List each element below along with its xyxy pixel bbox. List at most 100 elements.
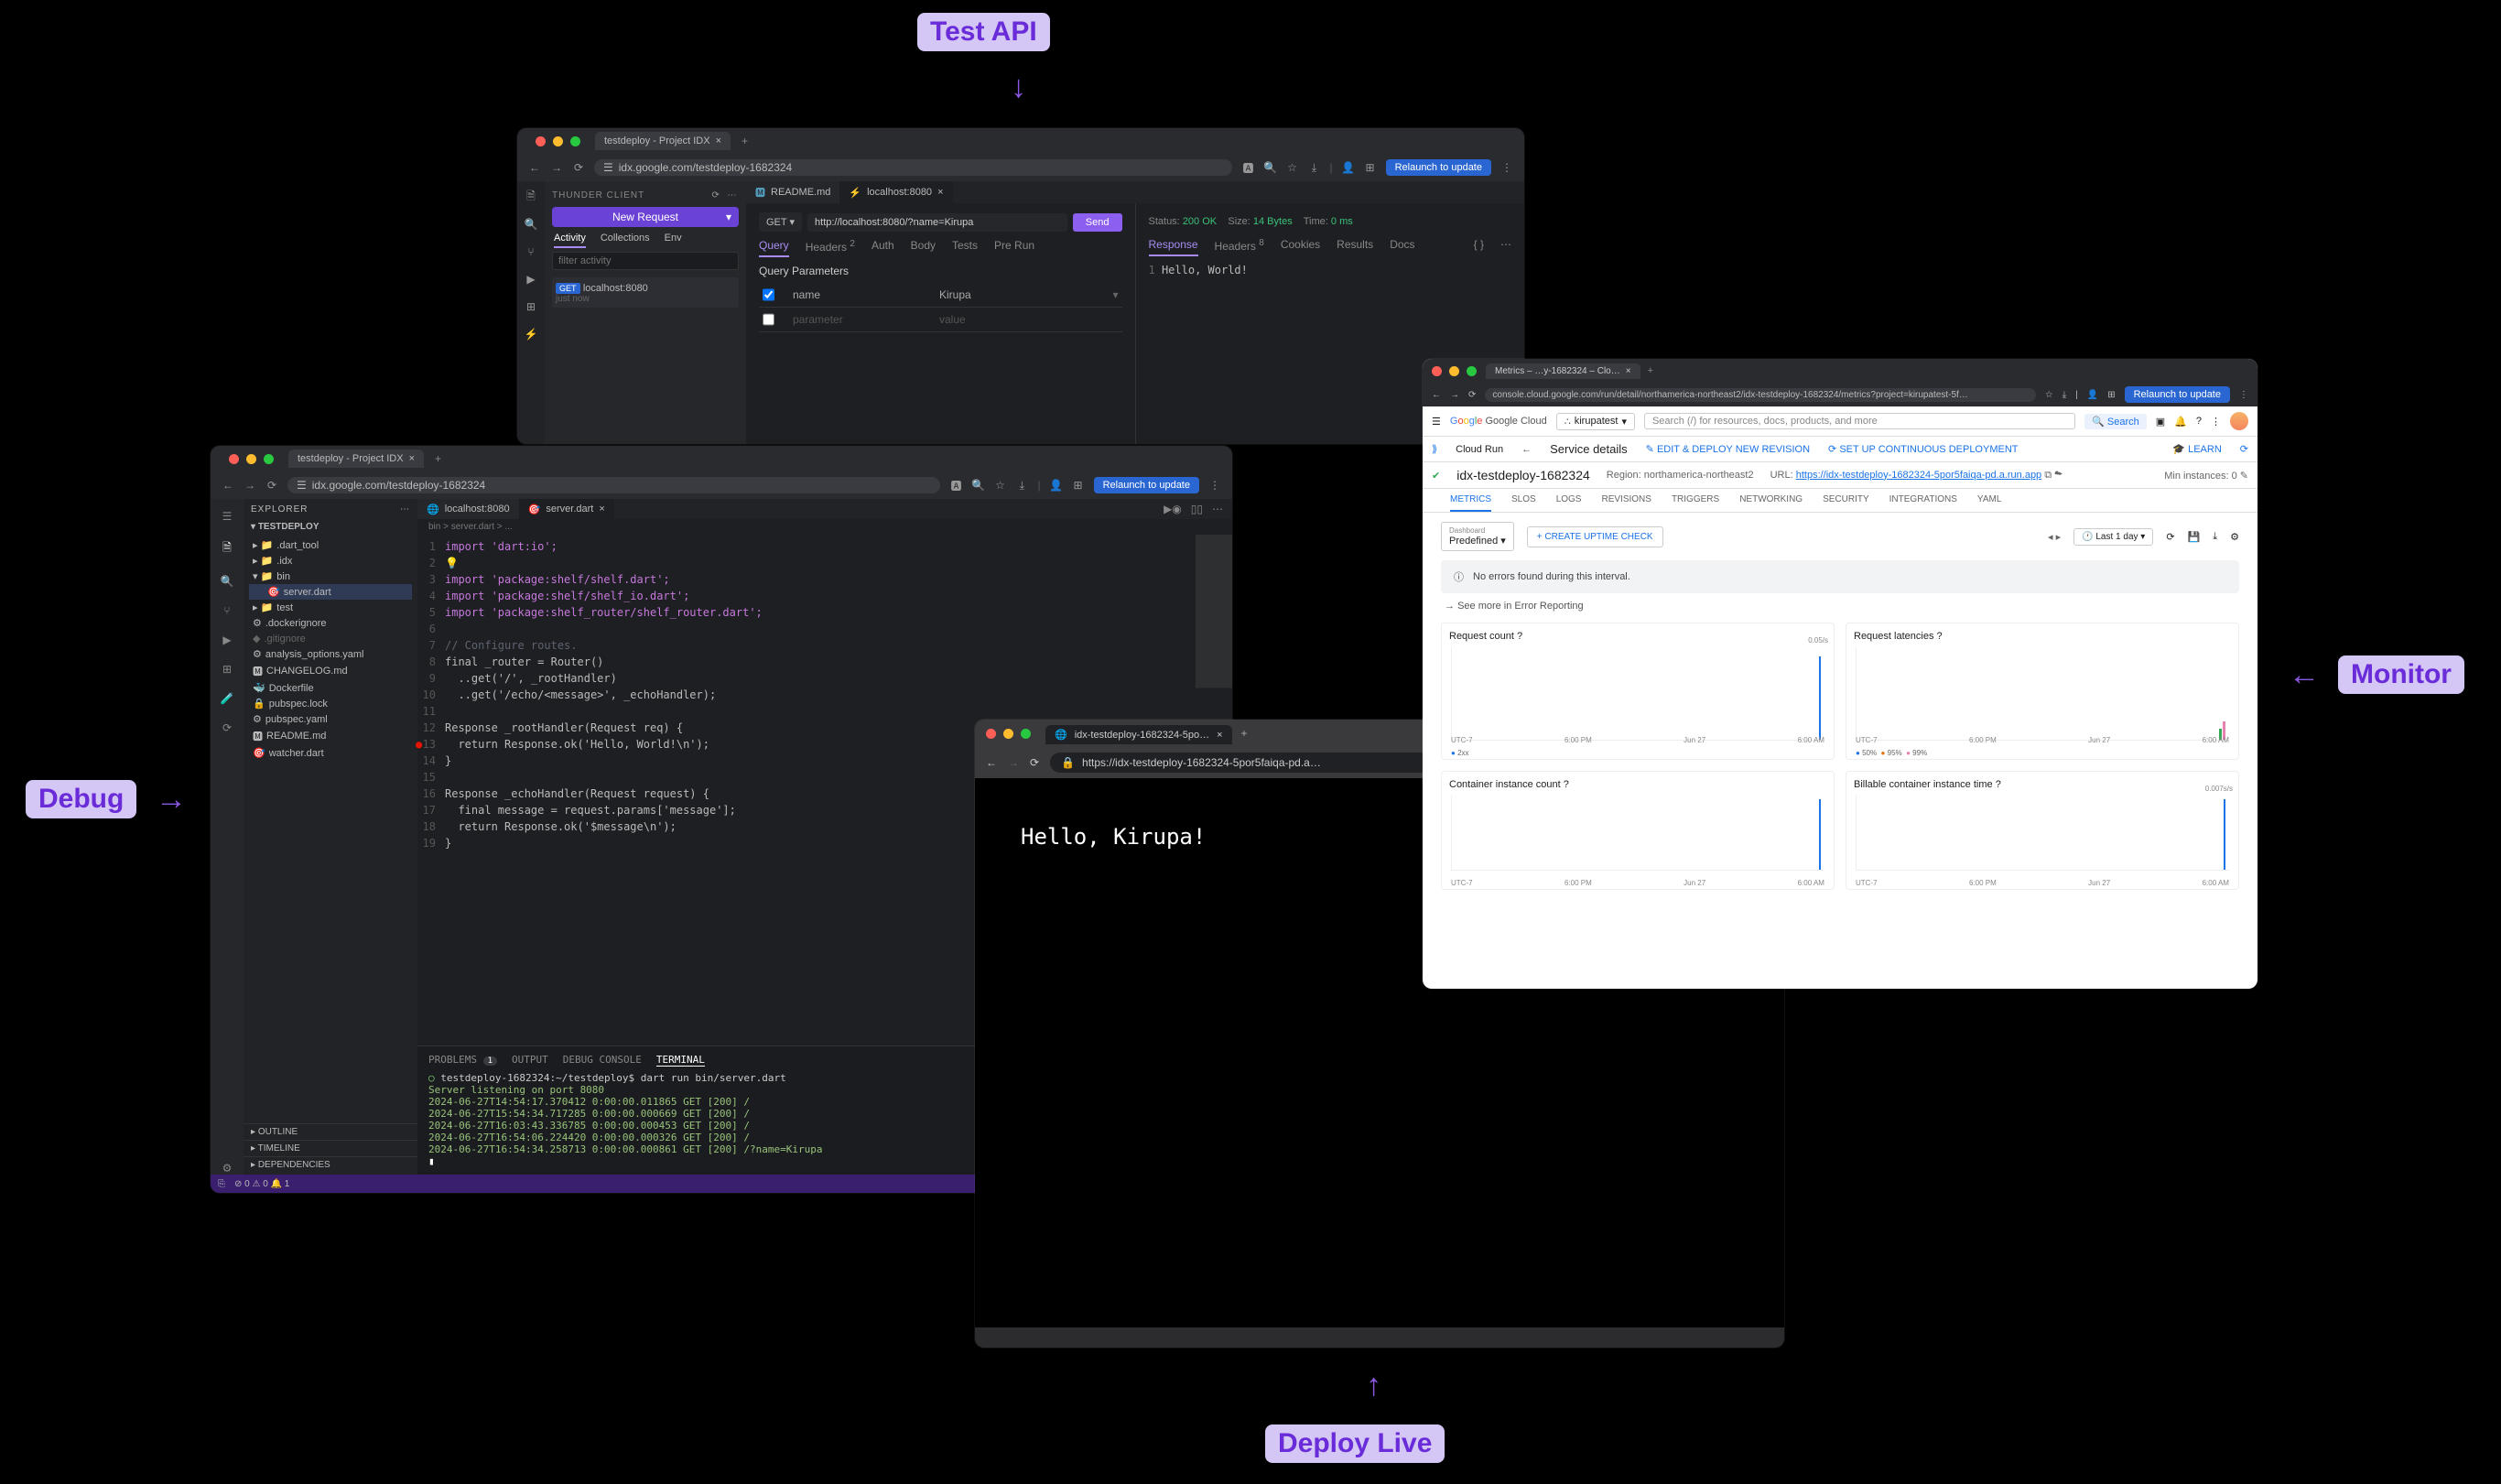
param-key-placeholder[interactable]: parameter xyxy=(793,313,921,326)
forward-icon[interactable]: → xyxy=(1450,390,1459,400)
git-icon[interactable]: ⑂ xyxy=(525,245,537,258)
file-pubspec-lock[interactable]: 🔒 pubspec.lock xyxy=(249,696,412,711)
tab-networking[interactable]: NETWORKING xyxy=(1739,489,1803,512)
tab-security[interactable]: SECURITY xyxy=(1823,489,1869,512)
more-icon[interactable]: ⋯ xyxy=(726,189,739,201)
download-icon[interactable]: ⤓ xyxy=(2063,390,2066,400)
menu-icon[interactable]: ⋮ xyxy=(1500,161,1513,174)
file-server-dart[interactable]: 🎯 server.dart xyxy=(249,584,412,600)
relaunch-button[interactable]: Relaunch to update xyxy=(2125,386,2230,403)
reload-icon[interactable]: ⟳ xyxy=(572,161,585,174)
file-changelog[interactable]: 🅼 CHANGELOG.md xyxy=(249,662,412,680)
req-tab-headers[interactable]: Headers 2 xyxy=(806,239,855,257)
reload-icon[interactable]: ⟳ xyxy=(1468,390,1476,400)
download-icon[interactable]: ⤓ xyxy=(1307,161,1320,174)
file-dockerfile[interactable]: 🐳 Dockerfile xyxy=(249,680,412,696)
editor-tab-request[interactable]: ⚡ localhost:8080 × xyxy=(839,181,952,203)
send-button[interactable]: Send xyxy=(1073,213,1122,232)
help-icon[interactable]: ? xyxy=(1564,779,1569,790)
breakpoint-icon[interactable]: ● xyxy=(416,736,422,753)
refresh-icon[interactable]: ⟳ xyxy=(2166,531,2174,543)
file-dockerignore[interactable]: ⚙ .dockerignore xyxy=(249,615,412,631)
search-input[interactable]: Search (/) for resources, docs, products… xyxy=(1644,413,2075,429)
req-tab-auth[interactable]: Auth xyxy=(872,239,894,257)
download-icon[interactable]: ⤓ xyxy=(1015,479,1028,492)
tab-activity[interactable]: Activity xyxy=(554,233,586,248)
help-icon[interactable]: ? xyxy=(1517,631,1522,642)
resp-tab-docs[interactable]: Docs xyxy=(1390,238,1414,256)
req-tab-prerun[interactable]: Pre Run xyxy=(994,239,1034,257)
browser-tab[interactable]: 🌐 idx-testdeploy-1682324-5po… × xyxy=(1045,725,1232,744)
profile-icon[interactable]: 👤 xyxy=(1050,479,1063,492)
tab-revisions[interactable]: REVISIONS xyxy=(1601,489,1651,512)
tab-env[interactable]: Env xyxy=(665,233,682,248)
back-icon[interactable]: ← xyxy=(528,161,541,174)
edit-deploy-button[interactable]: ✎ EDIT & DEPLOY NEW REVISION xyxy=(1646,443,1810,455)
more-icon[interactable]: ⋯ xyxy=(1212,503,1223,515)
forward-icon[interactable]: → xyxy=(1008,756,1019,769)
braces-icon[interactable]: { } xyxy=(1474,238,1484,256)
tab-triggers[interactable]: TRIGGERS xyxy=(1672,489,1719,512)
copy-icon[interactable]: ⧉ xyxy=(2044,470,2052,481)
thunder-icon[interactable]: ⚡ xyxy=(525,328,537,341)
file-analysis-options[interactable]: ⚙ analysis_options.yaml xyxy=(249,646,412,662)
close-icon[interactable]: × xyxy=(716,135,721,146)
close-icon[interactable]: × xyxy=(1217,730,1222,741)
options-icon[interactable]: ⟳ xyxy=(709,189,722,201)
relaunch-button[interactable]: Relaunch to update xyxy=(1386,159,1491,176)
new-tab-button[interactable]: + xyxy=(1232,727,1257,740)
tab-output[interactable]: OUTPUT xyxy=(512,1054,548,1067)
more-icon[interactable]: ⋯ xyxy=(400,504,410,515)
extensions-icon[interactable]: ⊞ xyxy=(2107,390,2115,400)
extensions-icon[interactable]: ⊞ xyxy=(1364,161,1377,174)
dashboard-select[interactable]: Dashboard Predefined ▾ xyxy=(1441,522,1514,551)
nav-menu-icon[interactable]: ☰ xyxy=(1432,416,1441,428)
beaker-icon[interactable]: 🧪 xyxy=(221,692,234,705)
tab-yaml[interactable]: YAML xyxy=(1977,489,2002,512)
edit-icon[interactable]: ✎ xyxy=(2240,471,2248,482)
learn-button[interactable]: 🎓 LEARN xyxy=(2172,443,2221,455)
folder-dart-tool[interactable]: ▸ 📁 .dart_tool xyxy=(249,537,412,553)
download-icon[interactable]: ⤓ xyxy=(2213,531,2217,543)
zoom-icon[interactable]: 🔍 xyxy=(971,479,984,492)
panel-deps[interactable]: ▸ DEPENDENCIES xyxy=(244,1156,417,1173)
filter-input[interactable] xyxy=(552,252,739,270)
file-pubspec-yaml[interactable]: ⚙ pubspec.yaml xyxy=(249,711,412,727)
zoom-icon[interactable]: 🔍 xyxy=(1263,161,1276,174)
help-icon[interactable]: ? xyxy=(1937,631,1943,642)
refresh-icon[interactable]: ⟳ xyxy=(222,721,232,734)
browser-tab[interactable]: Metrics – …y-1682324 – Clo… × xyxy=(1486,363,1640,379)
address-bar[interactable]: console.cloud.google.com/run/detail/nort… xyxy=(1485,388,2035,402)
chevron-down-icon[interactable]: ▾ xyxy=(726,211,731,223)
extensions-icon[interactable]: ⊞ xyxy=(222,663,232,676)
file-readme[interactable]: 🅼 README.md xyxy=(249,727,412,745)
new-tab-button[interactable]: + xyxy=(734,135,755,147)
folder-idx[interactable]: ▸ 📁 .idx xyxy=(249,553,412,569)
bookmark-icon[interactable]: ☆ xyxy=(2045,390,2053,400)
address-bar[interactable]: ☰ idx.google.com/testdeploy-1682324 xyxy=(287,477,940,493)
profile-icon[interactable]: 👤 xyxy=(1342,161,1355,174)
lock-icon[interactable]: 🔒 xyxy=(1061,756,1075,769)
relaunch-button[interactable]: Relaunch to update xyxy=(1094,477,1199,493)
search-button[interactable]: 🔍 Search xyxy=(2084,414,2147,429)
more-icon[interactable]: ⋯ xyxy=(1500,238,1511,256)
new-tab-button[interactable]: + xyxy=(428,452,449,465)
avatar[interactable] xyxy=(2230,412,2248,430)
editor-tab-readme[interactable]: 🅼 README.md xyxy=(746,181,839,203)
more-icon[interactable]: ⋮ xyxy=(2211,416,2221,428)
resp-tab-headers[interactable]: Headers 8 xyxy=(1215,238,1264,256)
site-info-icon[interactable]: ☰ xyxy=(603,161,613,174)
forward-icon[interactable]: → xyxy=(244,479,256,492)
save-icon[interactable]: 💾 xyxy=(2188,531,2201,543)
close-icon[interactable]: × xyxy=(409,453,415,464)
bookmark-icon[interactable]: ☆ xyxy=(1285,161,1298,174)
notifications-icon[interactable]: 🔔 xyxy=(2174,416,2187,428)
panel-timeline[interactable]: ▸ TIMELINE xyxy=(244,1140,417,1156)
back-icon[interactable]: ← xyxy=(986,756,997,769)
panel-outline[interactable]: ▸ OUTLINE xyxy=(244,1123,417,1140)
chevron-down-icon[interactable]: ▾ xyxy=(1112,288,1118,301)
extensions-sidebar-icon[interactable]: ⊞ xyxy=(525,300,537,313)
tab-collections[interactable]: Collections xyxy=(601,233,650,248)
back-icon[interactable]: ← xyxy=(1432,390,1441,400)
close-icon[interactable]: × xyxy=(599,504,604,515)
